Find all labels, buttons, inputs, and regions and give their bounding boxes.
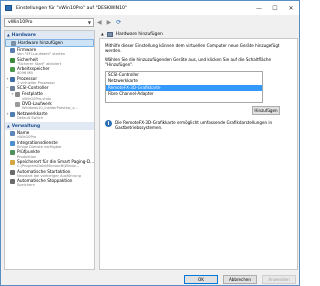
integration-services-icon [10, 140, 15, 146]
vm-selector-dropdown[interactable]: vWin10Pro ▼ [4, 18, 94, 27]
collapse-tree-icon[interactable]: − [6, 86, 9, 90]
tree-item-smart-paging[interactable]: Speicherort für die Smart Paging-D... C:\… [5, 159, 94, 169]
settings-tree: ▲ Hardware Hardware hinzufügen Firmware V… [4, 30, 95, 270]
forward-arrow-icon[interactable]: ▶ [107, 19, 112, 26]
tree-item-hard-disk[interactable]: + Festplatte vWin10Pro.vhdx [5, 91, 94, 101]
automatic-start-icon [10, 169, 15, 175]
info-text: Die RemoteFX-3D-Grafikkarte ermöglicht u… [115, 120, 273, 130]
refresh-icon[interactable]: ⟳ [116, 19, 121, 26]
chevron-down-icon: ▼ [87, 20, 91, 25]
automatic-stop-icon [10, 179, 15, 185]
expand-icon[interactable]: + [6, 77, 9, 81]
device-list-item[interactable]: Fibre Channel-Adapter [106, 91, 262, 97]
expand-icon[interactable]: + [6, 112, 9, 116]
device-list[interactable]: SCSI-Controller Netzwerkkarte RemoteFX-3… [105, 71, 263, 103]
add-hardware-icon [11, 41, 16, 46]
tree-item-security[interactable]: Sicherheit "Sicherer Start" aktiviert [5, 57, 94, 67]
close-button[interactable]: ✕ [283, 1, 299, 15]
settings-content: ▲ Hardware hinzufügen Mithilfe dieser Ei… [99, 30, 298, 270]
network-adapter-icon [10, 111, 15, 117]
dvd-drive-icon [15, 101, 20, 107]
collapse-icon: ▲ [7, 124, 10, 129]
apply-button[interactable]: Anwenden [262, 274, 296, 284]
info-section: i Die RemoteFX-3D-Grafikkarte ermöglicht… [105, 120, 292, 130]
settings-window: Einstellungen für "vWin10Pro" auf "DESKW… [0, 0, 300, 286]
tree-item-firmware[interactable]: Firmware Von "EFI-Laufwerk" starten [5, 47, 94, 57]
tree-item-automatic-stop[interactable]: Automatische Stoppaktion Speichern [5, 178, 94, 188]
ok-button[interactable]: OK [184, 274, 218, 284]
window-controls: — ☐ ✕ [251, 1, 299, 15]
tree-item-dvd-drive[interactable]: DVD-Laufwerk Windows10_InsiderPreview_x..… [5, 101, 94, 111]
maximize-button[interactable]: ☐ [267, 1, 283, 15]
back-arrow-icon[interactable]: ◀ [97, 19, 102, 26]
dialog-footer: OK Abbrechen Anwenden [1, 273, 299, 285]
section-header-hardware[interactable]: ▲ Hardware [5, 31, 94, 39]
shield-icon [10, 57, 15, 63]
tree-item-integration-services[interactable]: Integrationsdienste Einige Dienste verfüg… [5, 140, 94, 150]
processor-icon [10, 76, 15, 82]
collapse-icon: ▲ [7, 33, 10, 37]
minimize-button[interactable]: — [251, 1, 267, 15]
panel-body: Mithilfe dieser Einstellung können dem v… [99, 38, 298, 270]
panel-header: ▲ Hardware hinzufügen [99, 30, 298, 38]
cancel-button[interactable]: Abbrechen [223, 274, 257, 284]
tree-item-memory[interactable]: Arbeitsspeicher 4096 MB [5, 66, 94, 76]
title-bar: Einstellungen für "vWin10Pro" auf "DESKW… [1, 1, 299, 15]
tree-item-network-adapter[interactable]: + Netzwerkkarte Default Switch [5, 111, 94, 121]
tree-item-name[interactable]: Name vWin10Pro [5, 130, 94, 140]
instruction-text: Wählen Sie die hinzuzufügenden Geräte au… [105, 57, 272, 67]
add-row: Hinzufügen [105, 106, 292, 115]
tree-item-processor[interactable]: + Prozessor 1 virtueller Prozessor [5, 76, 94, 86]
add-hardware-icon [106, 31, 113, 37]
vm-selector-value: vWin10Pro [8, 20, 33, 25]
info-icon: i [105, 120, 112, 127]
tree-item-checkpoints[interactable]: Prüfpunkte Produktion [5, 149, 94, 159]
expand-icon[interactable]: + [11, 92, 14, 96]
firmware-icon [10, 48, 15, 53]
add-button[interactable]: Hinzufügen [252, 106, 280, 115]
window-title: Einstellungen für "vWin10Pro" auf "DESKW… [16, 5, 128, 11]
nav-buttons: ◀ ▶ ⟳ [97, 18, 121, 27]
checkpoint-icon [10, 150, 15, 156]
folder-icon [10, 159, 15, 165]
tree-item-add-hardware[interactable]: Hardware hinzufügen [5, 39, 94, 47]
name-icon [10, 131, 15, 137]
hard-disk-icon [15, 92, 20, 98]
tree-item-automatic-start[interactable]: Automatische Startaktion Neustart bei vor… [5, 169, 94, 179]
section-header-management[interactable]: ▲ Verwaltung [5, 122, 94, 131]
collapse-icon[interactable]: ▲ [101, 32, 104, 36]
memory-icon [10, 67, 15, 73]
panel-title: Hardware hinzufügen [115, 31, 163, 37]
hyperv-app-icon [5, 5, 12, 11]
intro-text: Mithilfe dieser Einstellung können dem v… [105, 43, 280, 53]
